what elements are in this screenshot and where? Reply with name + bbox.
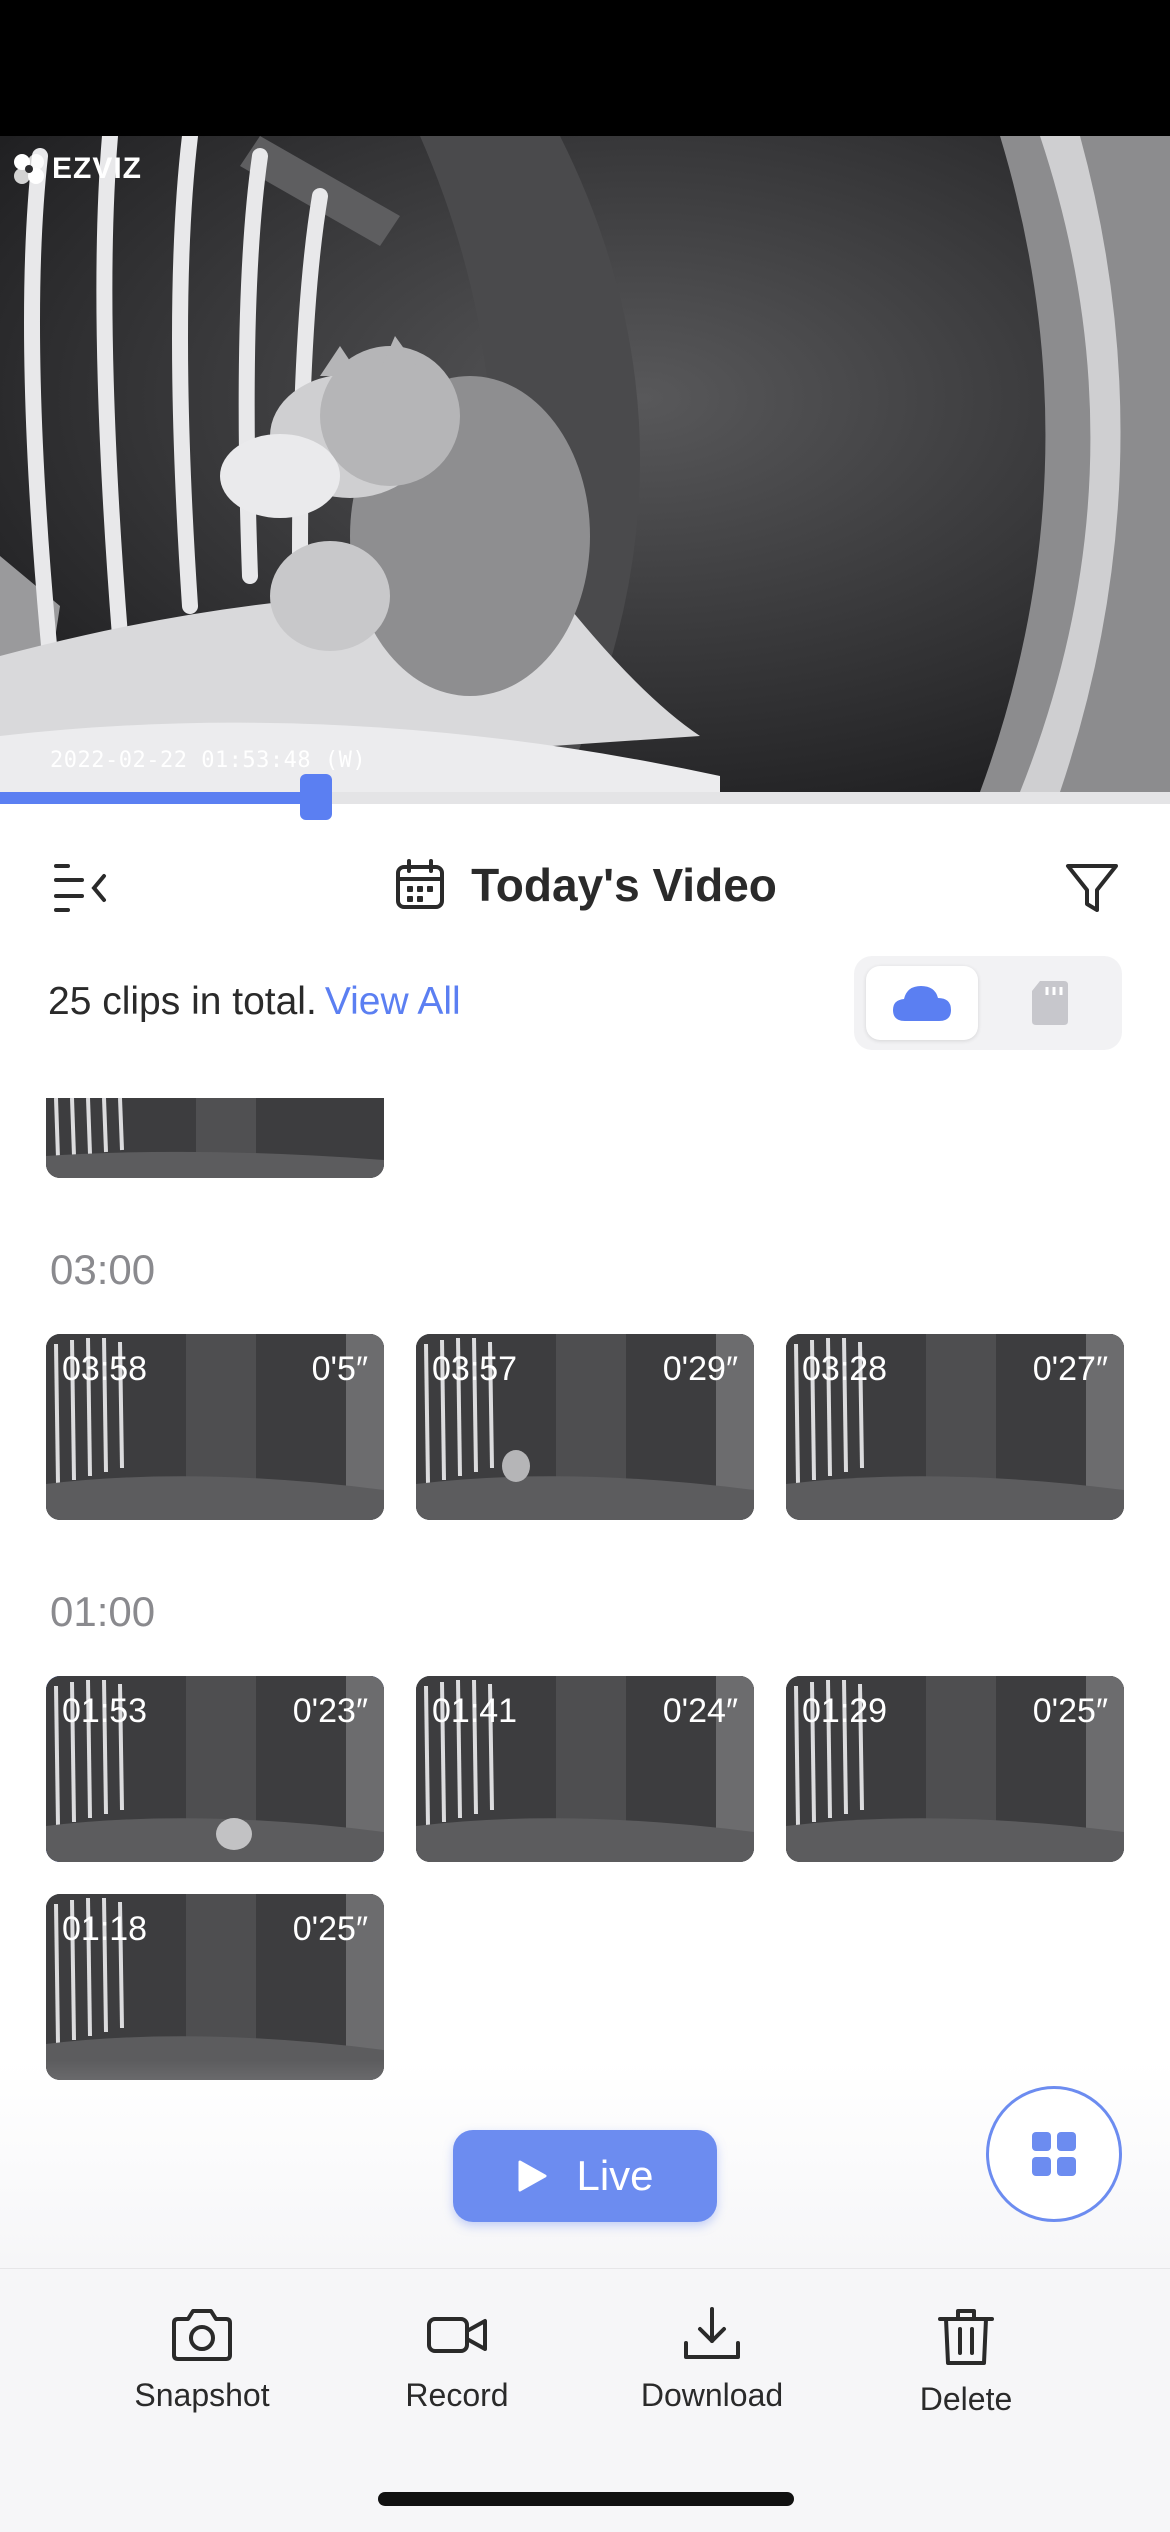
live-button[interactable]: Live: [453, 2130, 717, 2222]
play-icon: [518, 2160, 547, 2192]
clip-duration: 0'5″: [311, 1350, 368, 1388]
clip-thumbnail[interactable]: 01:18 0'25″: [46, 1894, 384, 2080]
clip-thumbnail[interactable]: 03:58 0'5″: [46, 1334, 384, 1520]
trash-icon: [938, 2309, 994, 2365]
page-title[interactable]: Today's Video: [0, 858, 1170, 912]
clip-thumbnail-image: [46, 1098, 384, 1178]
clip-thumbnail[interactable]: 03:57 0'29″: [416, 1334, 754, 1520]
grid-icon: [1032, 2132, 1076, 2176]
snapshot-button[interactable]: Snapshot: [102, 2307, 302, 2414]
brand-name: EZVIZ: [52, 152, 143, 185]
delete-button[interactable]: Delete: [866, 2307, 1066, 2418]
ezviz-logo-icon: [14, 154, 44, 184]
clip-thumbnail[interactable]: 01:41 0'24″: [416, 1676, 754, 1862]
clip-summary: 25 clips in total. View All: [48, 980, 461, 1024]
video-list-header: Today's Video: [0, 840, 1170, 936]
download-icon: [684, 2307, 740, 2359]
video-player[interactable]: EZVIZ 2022-02-22 01:53:48 (W): [0, 136, 1170, 792]
storage-source-toggle[interactable]: [854, 956, 1122, 1050]
live-button-label: Live: [576, 2152, 654, 2199]
cloud-storage-option[interactable]: [866, 966, 978, 1040]
grid-view-button[interactable]: [986, 2086, 1122, 2222]
camera-icon: [172, 2309, 232, 2361]
sd-card-option[interactable]: [994, 966, 1106, 1040]
section-label-0300: 03:00: [50, 1246, 156, 1293]
clip-time: 03:28: [802, 1350, 888, 1388]
video-timestamp: 2022-02-22 01:53:48 (W): [50, 748, 367, 773]
clip-time: 01:53: [62, 1692, 148, 1730]
clip-thumbnail[interactable]: 01:29 0'25″: [786, 1676, 1124, 1862]
playback-progress-bar[interactable]: [0, 774, 1170, 820]
clip-thumbnail-selected[interactable]: 01:53 0'23″: [46, 1676, 384, 1862]
sd-card-icon: [1032, 981, 1068, 1025]
record-label: Record: [405, 2377, 509, 2413]
section-label-0100: 01:00: [50, 1588, 156, 1635]
clip-duration: 0'29″: [662, 1350, 738, 1388]
filter-button[interactable]: [1062, 858, 1122, 918]
clip-duration: 0'25″: [1032, 1692, 1108, 1730]
clip-time: 01:29: [802, 1692, 888, 1730]
title-text: Today's Video: [471, 859, 777, 911]
clip-time: 01:18: [62, 1910, 148, 1948]
clip-thumbnail-partial[interactable]: [46, 1098, 384, 1178]
filter-icon: [1066, 864, 1118, 912]
record-button[interactable]: Record: [357, 2307, 557, 2414]
clip-thumbnail[interactable]: 03:28 0'27″: [786, 1334, 1124, 1520]
download-label: Download: [640, 2377, 784, 2413]
clip-duration: 0'24″: [662, 1692, 738, 1730]
progress-handle[interactable]: [299, 774, 332, 820]
clip-time: 03:57: [432, 1350, 518, 1388]
download-button[interactable]: Download: [612, 2307, 812, 2414]
progress-fill: [0, 792, 316, 804]
video-camera-icon: [427, 2317, 487, 2353]
delete-label: Delete: [919, 2381, 1013, 2417]
clip-duration: 0'25″: [292, 1910, 368, 1948]
clip-time: 03:58: [62, 1350, 148, 1388]
calendar-icon: [396, 859, 445, 909]
clip-count-text: 25 clips in total.: [48, 980, 317, 1023]
clip-duration: 0'27″: [1032, 1350, 1108, 1388]
snapshot-label: Snapshot: [134, 2377, 270, 2413]
brand-logo: EZVIZ: [12, 152, 142, 186]
cloud-icon: [893, 986, 951, 1021]
clip-duration: 0'23″: [292, 1692, 368, 1730]
view-all-link[interactable]: View All: [325, 980, 461, 1023]
status-bar: [0, 0, 1170, 136]
home-indicator: [378, 2492, 794, 2506]
camera-frame-image: [0, 136, 1170, 792]
clip-time: 01:41: [432, 1692, 518, 1730]
